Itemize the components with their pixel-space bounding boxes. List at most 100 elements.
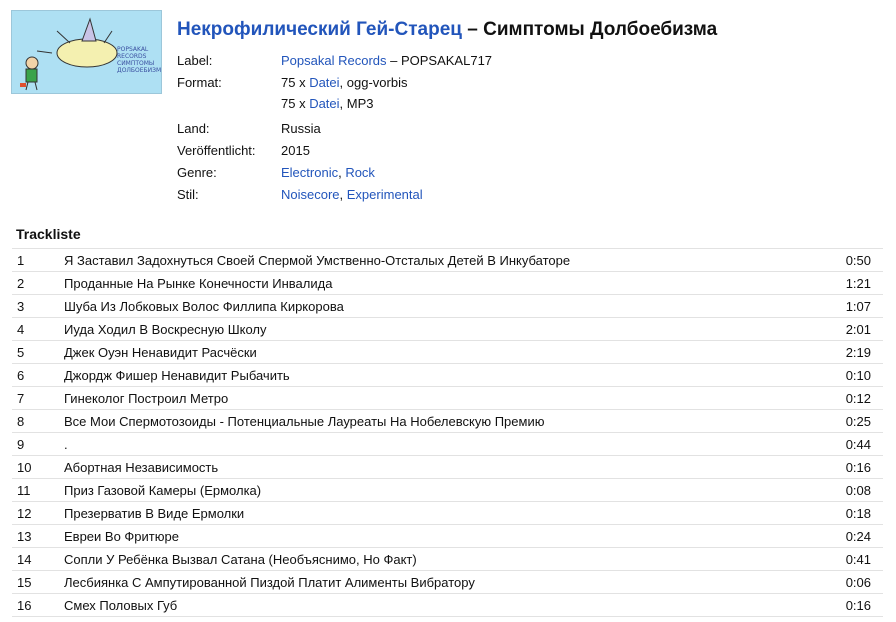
catalog-number: POPSAKAL717 bbox=[400, 53, 493, 68]
country-caption: Land: bbox=[177, 121, 210, 136]
track-duration: 0:18 bbox=[845, 505, 871, 521]
track-duration: 0:41 bbox=[845, 551, 871, 567]
track-duration: 0:25 bbox=[845, 413, 871, 429]
track-row: 15 Лесбиянка С Ампутированной Пиздой Плат… bbox=[12, 571, 883, 594]
track-position: 6 bbox=[17, 367, 25, 383]
track-duration: 0:44 bbox=[845, 436, 871, 452]
track-position: 11 bbox=[17, 482, 31, 498]
format-type: , ogg-vorbis bbox=[339, 75, 408, 90]
album-cover-image[interactable]: POPSAKAL RECORDS СИМПТОМЫ ДОЛБОЕБИЗМА bbox=[11, 10, 162, 94]
genre-link[interactable]: Electronic bbox=[281, 165, 338, 180]
track-row: 13 Евреи Во Фритюре 0:24 bbox=[12, 525, 883, 548]
track-row: 8 Все Мои Спермотозоиды - Потенциальные Л… bbox=[12, 410, 883, 433]
track-duration: 0:24 bbox=[845, 528, 871, 544]
format-link[interactable]: Datei bbox=[309, 96, 339, 111]
track-position: 5 bbox=[17, 344, 25, 360]
track-title: Джордж Фишер Ненавидит Рыбачить bbox=[64, 367, 290, 383]
track-duration: 0:16 bbox=[845, 597, 871, 613]
track-title: Абортная Независимость bbox=[64, 459, 219, 475]
meta-released-row: Veröffentlicht: 2015 bbox=[177, 140, 492, 162]
style-link[interactable]: Noisecore bbox=[281, 187, 340, 202]
format-caption: Format: bbox=[177, 75, 222, 90]
track-position: 15 bbox=[17, 574, 32, 590]
format-link[interactable]: Datei bbox=[309, 75, 339, 90]
cover-text: POPSAKAL RECORDS СИМПТОМЫ ДОЛБОЕБИЗМА bbox=[117, 46, 162, 74]
meta-country-row: Land: Russia bbox=[177, 118, 492, 140]
format-count: 75 x bbox=[281, 96, 310, 111]
format-type: , MP3 bbox=[339, 96, 374, 111]
track-title: Гинеколог Построил Метро bbox=[64, 390, 229, 406]
format-line: 75 x Datei, MP3 bbox=[281, 93, 407, 114]
track-position: 14 bbox=[17, 551, 32, 567]
track-row: 12 Презерватив В Виде Ермолки 0:18 bbox=[12, 502, 883, 525]
track-row: 14 Сопли У Ребёнка Вызвал Сатана (Необъяс… bbox=[12, 548, 883, 571]
country-link[interactable]: Russia bbox=[281, 118, 321, 140]
tracklist-heading: Trackliste bbox=[16, 226, 81, 242]
track-title: Все Мои Спермотозоиды - Потенциальные Ла… bbox=[64, 413, 545, 429]
track-title: Джек Оуэн Ненавидит Расчёски bbox=[64, 344, 257, 360]
track-duration: 2:19 bbox=[845, 344, 871, 360]
track-position: 1 bbox=[17, 252, 25, 268]
track-row: 5 Джек Оуэн Ненавидит Расчёски 2:19 bbox=[12, 341, 883, 364]
track-duration: 1:21 bbox=[845, 275, 871, 291]
style-value: Noisecore, Experimental bbox=[281, 184, 423, 206]
track-title: Проданные На Рынке Конечности Инвалида bbox=[64, 275, 333, 291]
track-position: 2 bbox=[17, 275, 25, 291]
track-duration: 1:07 bbox=[845, 298, 871, 314]
header-separator: – bbox=[467, 19, 478, 40]
label-separator: – bbox=[386, 53, 401, 68]
format-count: 75 x bbox=[281, 75, 310, 90]
released-link[interactable]: 2015 bbox=[281, 140, 310, 162]
track-duration: 0:12 bbox=[845, 390, 871, 406]
track-duration: 2:01 bbox=[845, 321, 871, 337]
meta-genre-row: Genre: Electronic, Rock bbox=[177, 162, 492, 184]
list-separator: , bbox=[339, 187, 347, 202]
label-link[interactable]: Popsakal Records bbox=[281, 53, 387, 68]
track-row: 7 Гинеколог Построил Метро 0:12 bbox=[12, 387, 883, 410]
track-position: 9 bbox=[17, 436, 25, 452]
genre-value: Electronic, Rock bbox=[281, 162, 375, 184]
track-row: 4 Иуда Ходил В Воскресную Школу 2:01 bbox=[12, 318, 883, 341]
meta-label-row: Label: Popsakal Records – POPSAKAL717 bbox=[177, 50, 492, 72]
track-row: 11 Приз Газовой Камеры (Ермолка) 0:08 bbox=[12, 479, 883, 502]
track-position: 3 bbox=[17, 298, 25, 314]
track-row: 9. 0:44 bbox=[12, 433, 883, 456]
track-row: 3 Шуба Из Лобковых Волос Филлипа Киркоров… bbox=[12, 295, 883, 318]
track-duration: 0:50 bbox=[845, 252, 871, 268]
release-header: Некрофилический Гей-Старец – Симптомы До… bbox=[177, 19, 717, 41]
release-meta: Label: Popsakal Records – POPSAKAL717 Fo… bbox=[177, 50, 492, 206]
track-title: Евреи Во Фритюре bbox=[64, 528, 179, 544]
track-position: 12 bbox=[17, 505, 32, 521]
track-title: Иуда Ходил В Воскресную Школу bbox=[64, 321, 267, 337]
track-row: 2 Проданные На Рынке Конечности Инвалида 1… bbox=[12, 272, 883, 295]
style-link[interactable]: Experimental bbox=[347, 187, 423, 202]
track-title: Смех Половых Губ bbox=[64, 597, 178, 613]
track-title: Приз Газовой Камеры (Ермолка) bbox=[64, 482, 262, 498]
artist-link[interactable]: Некрофилический Гей-Старец bbox=[177, 19, 462, 40]
track-row: 10 Абортная Независимость 0:16 bbox=[12, 456, 883, 479]
track-duration: 0:06 bbox=[845, 574, 871, 590]
format-line: 75 x Datei, ogg-vorbis bbox=[281, 72, 407, 93]
track-position: 16 bbox=[17, 597, 32, 613]
track-title: Лесбиянка С Ампутированной Пиздой Платит… bbox=[64, 574, 475, 590]
track-position: 7 bbox=[17, 390, 25, 406]
track-position: 8 bbox=[17, 413, 25, 429]
track-row: 6 Джордж Фишер Ненавидит Рыбачить 0:10 bbox=[12, 364, 883, 387]
track-title: Я Заставил Задохнуться Своей Спермой Умс… bbox=[64, 252, 571, 268]
released-caption: Veröffentlicht: bbox=[177, 143, 256, 158]
genre-caption: Genre: bbox=[177, 165, 217, 180]
track-position: 4 bbox=[17, 321, 25, 337]
format-value: 75 x Datei, ogg-vorbis 75 x Datei, MP3 bbox=[281, 72, 407, 114]
track-duration: 0:08 bbox=[845, 482, 871, 498]
track-title: Презерватив В Виде Ермолки bbox=[64, 505, 245, 521]
track-title: Шуба Из Лобковых Волос Филлипа Киркорова bbox=[64, 298, 344, 314]
track-row: 16 Смех Половых Губ 0:16 bbox=[12, 594, 883, 617]
track-title: . bbox=[64, 436, 68, 452]
genre-link[interactable]: Rock bbox=[345, 165, 375, 180]
track-position: 13 bbox=[17, 528, 32, 544]
meta-style-row: Stil: Noisecore, Experimental bbox=[177, 184, 492, 206]
track-title: Сопли У Ребёнка Вызвал Сатана (Необъясни… bbox=[64, 551, 417, 567]
track-duration: 0:16 bbox=[845, 459, 871, 475]
release-title: Симптомы Долбоебизма bbox=[483, 19, 718, 40]
track-position: 10 bbox=[17, 459, 32, 475]
